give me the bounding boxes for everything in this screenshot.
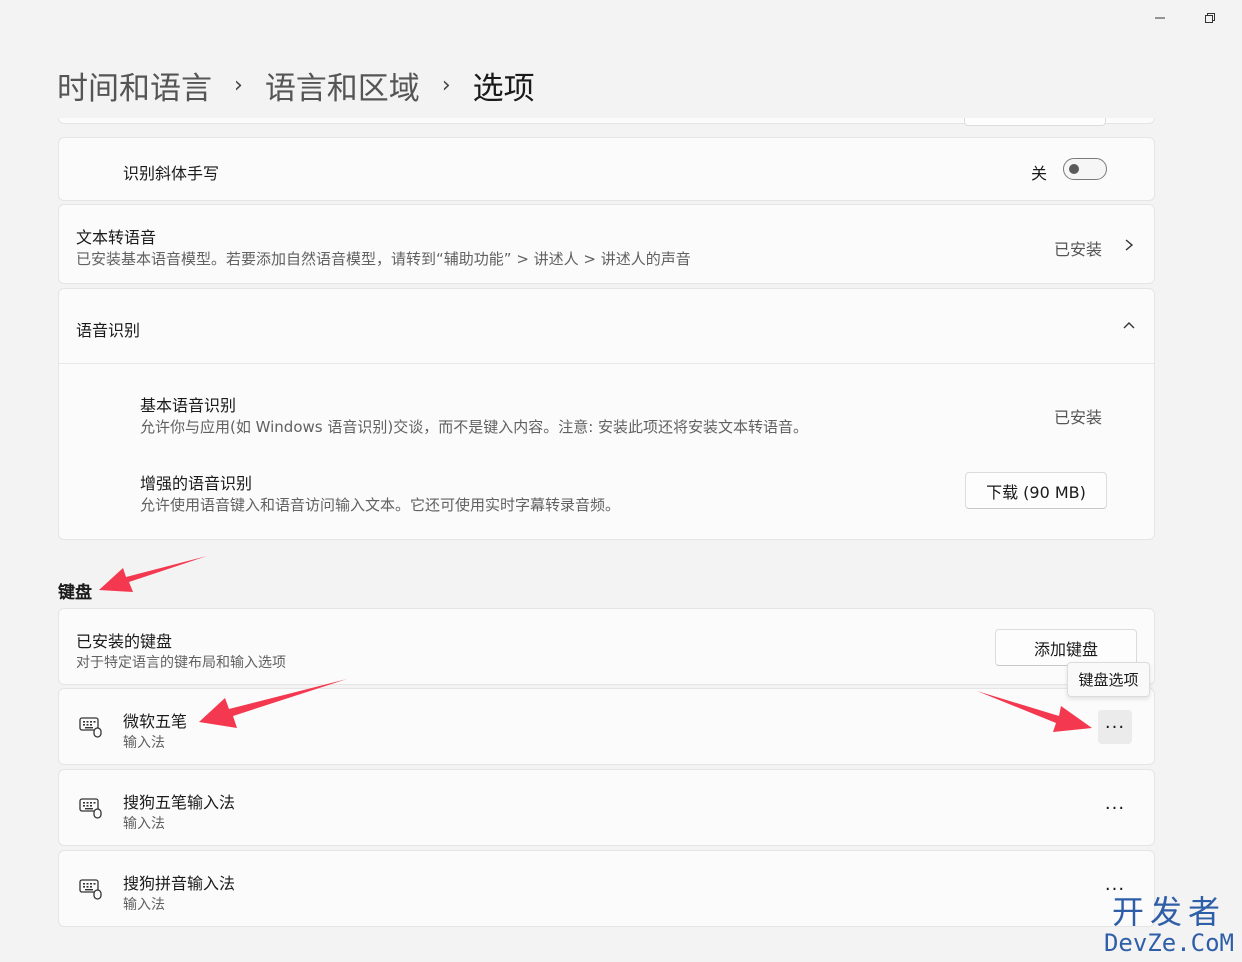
basic-speech-title: 基本语音识别 bbox=[140, 396, 237, 415]
download-button[interactable]: 下载 (90 MB) bbox=[965, 472, 1107, 509]
annotation-arrow bbox=[99, 556, 207, 592]
add-keyboard-button[interactable]: 添加键盘 bbox=[995, 629, 1137, 666]
keyboard-item: 搜狗五笔输入法 输入法 ··· bbox=[58, 769, 1155, 846]
chevron-up-icon[interactable] bbox=[1122, 319, 1136, 331]
chevron-right-icon: › bbox=[234, 72, 243, 98]
keyboard-item-name: 微软五笔 bbox=[123, 712, 188, 731]
basic-speech-description: 允许你与应用(如 Windows 语音识别)交谈，而不是键入内容。注意: 安装此… bbox=[140, 418, 809, 436]
restore-icon bbox=[1205, 13, 1215, 23]
annotation-arrow bbox=[199, 679, 347, 728]
keyboard-item-name: 搜狗拼音输入法 bbox=[123, 874, 236, 893]
chevron-right-icon: › bbox=[441, 72, 451, 98]
handwriting-italic-toggle[interactable] bbox=[1063, 158, 1107, 180]
restore-button[interactable] bbox=[1195, 6, 1225, 30]
chevron-right-icon bbox=[1125, 239, 1134, 251]
keyboard-item-type: 输入法 bbox=[123, 735, 165, 751]
scrolled-button-edge bbox=[964, 118, 1106, 126]
keyboard-options-button[interactable]: ··· bbox=[1098, 710, 1132, 744]
breadcrumb: 时间和语言 › 语言和区域 › 选项 bbox=[57, 62, 535, 108]
installed-keyboards-description: 对于特定语言的键布局和输入选项 bbox=[76, 655, 286, 671]
watermark-line1: 开发者 bbox=[1111, 893, 1226, 931]
minimize-icon bbox=[1155, 17, 1165, 19]
tts-title: 文本转语音 bbox=[76, 228, 157, 247]
toggle-state-label: 关 bbox=[1031, 164, 1048, 183]
installed-keyboards-row: 已安装的键盘 对于特定语言的键布局和输入选项 添加键盘 bbox=[58, 608, 1155, 685]
keyboard-item: 搜狗拼音输入法 输入法 ··· bbox=[58, 850, 1155, 927]
installed-keyboards-title: 已安装的键盘 bbox=[76, 632, 173, 651]
annotation-arrow bbox=[977, 691, 1092, 732]
watermark: 开发者 DevZe.CoM bbox=[1104, 894, 1234, 956]
breadcrumb-item-time-language[interactable]: 时间和语言 bbox=[57, 63, 212, 108]
keyboard-icon bbox=[79, 717, 102, 738]
breadcrumb-item-language-region[interactable]: 语言和区域 bbox=[265, 63, 420, 108]
watermark-line2: DevZe.CoM bbox=[1103, 929, 1234, 957]
keyboard-options-button[interactable]: ··· bbox=[1098, 791, 1132, 825]
keyboard-icon bbox=[79, 879, 102, 900]
tts-description: 已安装基本语音模型。若要添加自然语音模型，请转到“辅助功能” > 讲述人 > 讲… bbox=[76, 250, 691, 268]
enhanced-speech-description: 允许使用语音键入和语音访问输入文本。它还可使用实时字幕转录音频。 bbox=[140, 496, 621, 514]
keyboard-item-type: 输入法 bbox=[123, 816, 165, 832]
keyboard-section-heading: 键盘 bbox=[58, 583, 92, 603]
keyboard-item-name: 搜狗五笔输入法 bbox=[123, 793, 236, 812]
basic-speech-status: 已安装 bbox=[1054, 408, 1103, 427]
speech-recognition-expander: 语音识别 基本语音识别 允许你与应用(如 Windows 语音识别)交谈，而不是… bbox=[58, 288, 1155, 540]
divider bbox=[59, 363, 1154, 364]
keyboard-icon bbox=[79, 798, 102, 819]
speech-recognition-title: 语音识别 bbox=[76, 321, 141, 340]
page-title: 选项 bbox=[472, 70, 535, 107]
handwriting-italic-label: 识别斜体手写 bbox=[123, 164, 220, 183]
tts-status: 已安装 bbox=[1054, 240, 1103, 259]
keyboard-item-type: 输入法 bbox=[123, 897, 165, 913]
handwriting-italic-row: 识别斜体手写 关 bbox=[58, 137, 1155, 201]
minimize-button[interactable] bbox=[1145, 6, 1175, 30]
enhanced-speech-title: 增强的语音识别 bbox=[140, 474, 253, 493]
tts-row[interactable]: 文本转语音 已安装基本语音模型。若要添加自然语音模型，请转到“辅助功能” > 讲… bbox=[58, 204, 1155, 284]
speech-recognition-header[interactable]: 语音识别 bbox=[59, 289, 1154, 363]
